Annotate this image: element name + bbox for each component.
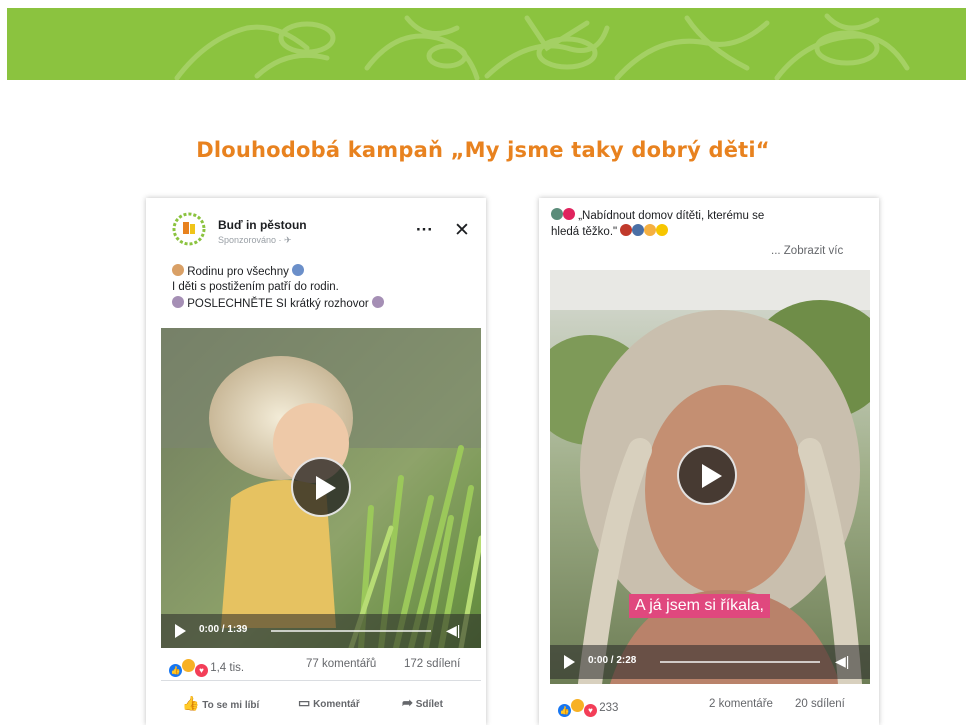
video-player-1[interactable]: 0:00 / 1:39 ◀| (161, 328, 481, 648)
share-button[interactable]: ➦ Sdílet (402, 695, 443, 711)
smile-hearts-emoji-icon (656, 224, 669, 236)
comment-count[interactable]: 2 komentáře (709, 698, 773, 710)
video-controls: 0:00 / 1:39 ◀| (161, 614, 481, 648)
reaction-count: 233 (599, 702, 619, 714)
sponsored-label: Sponzorováno · ✈ (218, 235, 292, 245)
control-play-icon[interactable] (564, 655, 575, 669)
volume-icon[interactable]: ◀| (446, 622, 460, 639)
play-icon[interactable] (677, 445, 737, 505)
divider (161, 680, 481, 681)
post-text-1: Rodinu pro všechny (187, 266, 289, 278)
hands-emoji-icon (644, 224, 657, 236)
butterfly-emoji-icon (172, 296, 184, 308)
share-arrow-icon: ➦ (402, 695, 413, 710)
banner-pattern (174, 13, 910, 80)
person-emoji-icon (632, 224, 645, 236)
progress-bar[interactable] (660, 661, 820, 663)
facebook-post-card-1: Buď in pěstoun Sponzorováno · ✈ ··· ✕ Ro… (146, 198, 486, 725)
facebook-post-card-2: „Nabídnout domov dítěti, kterému se hled… (539, 198, 879, 725)
play-icon[interactable] (291, 457, 351, 517)
reaction-count: 1,4 tis. (210, 662, 245, 674)
comment-label: Komentář (313, 699, 360, 710)
share-label: Sdílet (415, 699, 443, 710)
close-icon[interactable]: ✕ (454, 219, 470, 242)
more-options-icon[interactable]: ··· (416, 220, 433, 240)
page-name[interactable]: Buď in pěstoun (218, 218, 307, 232)
like-label: To se mi líbí (202, 700, 260, 711)
globe-emoji-icon (551, 208, 563, 220)
see-more-link[interactable]: ... Zobrazit víc (771, 245, 843, 257)
post-text-3: POSLECHNĚTE SI krátký rozhovor (187, 298, 369, 310)
dancer-emoji-icon (620, 224, 633, 236)
control-play-icon[interactable] (175, 624, 186, 638)
love-reaction-icon: ♥ (583, 703, 598, 718)
post2-text-line-1: „Nabídnout domov dítěti, kterému se (551, 208, 764, 224)
post-text-line-1: Rodinu pro všechny (172, 264, 305, 280)
like-button[interactable]: 👍 To se mi líbí (182, 695, 259, 712)
post2-text-1: „Nabídnout domov dítěti, kterému se (578, 210, 765, 222)
video-time: 0:00 / 2:28 (588, 655, 637, 666)
post2-text-2: hledá těžko." (551, 226, 618, 238)
butterfly-emoji-icon (371, 296, 384, 308)
family-emoji-icon (172, 264, 184, 276)
reaction-summary[interactable]: 👍 ♥ 1,4 tis. (168, 658, 244, 678)
heart-emoji-icon (563, 208, 575, 220)
share-count[interactable]: 20 sdílení (795, 698, 845, 710)
comment-bubble-icon: ▭ (298, 695, 311, 710)
video-subtitle: A já jsem si říkala, (629, 594, 770, 618)
header-banner (7, 8, 966, 80)
post-text-line-3: POSLECHNĚTE SI krátký rozhovor (172, 296, 384, 312)
share-count[interactable]: 172 sdílení (404, 658, 460, 670)
person-emoji-icon (292, 264, 305, 276)
video-player-2[interactable]: A já jsem si říkala, 0:00 / 2:28 ◀| (550, 270, 870, 684)
slide-title: Dlouhodobá kampaň „My jsme taky dobrý dě… (196, 138, 770, 162)
thumbs-up-icon: 👍 (182, 695, 200, 711)
video-controls: 0:00 / 2:28 ◀| (550, 645, 870, 679)
comment-count[interactable]: 77 komentářů (306, 658, 376, 670)
volume-icon[interactable]: ◀| (835, 653, 849, 670)
post-text-line-2: I děti s postižením patří do rodin. (172, 281, 339, 293)
progress-bar[interactable] (271, 630, 431, 632)
page-logo-icon (172, 212, 206, 246)
video-time: 0:00 / 1:39 (199, 624, 248, 635)
comment-button[interactable]: ▭ Komentář (298, 695, 360, 711)
love-reaction-icon: ♥ (194, 663, 209, 678)
post2-text-line-2: hledá těžko." (551, 224, 669, 240)
reaction-summary[interactable]: 👍 ♥ 233 (557, 698, 618, 718)
